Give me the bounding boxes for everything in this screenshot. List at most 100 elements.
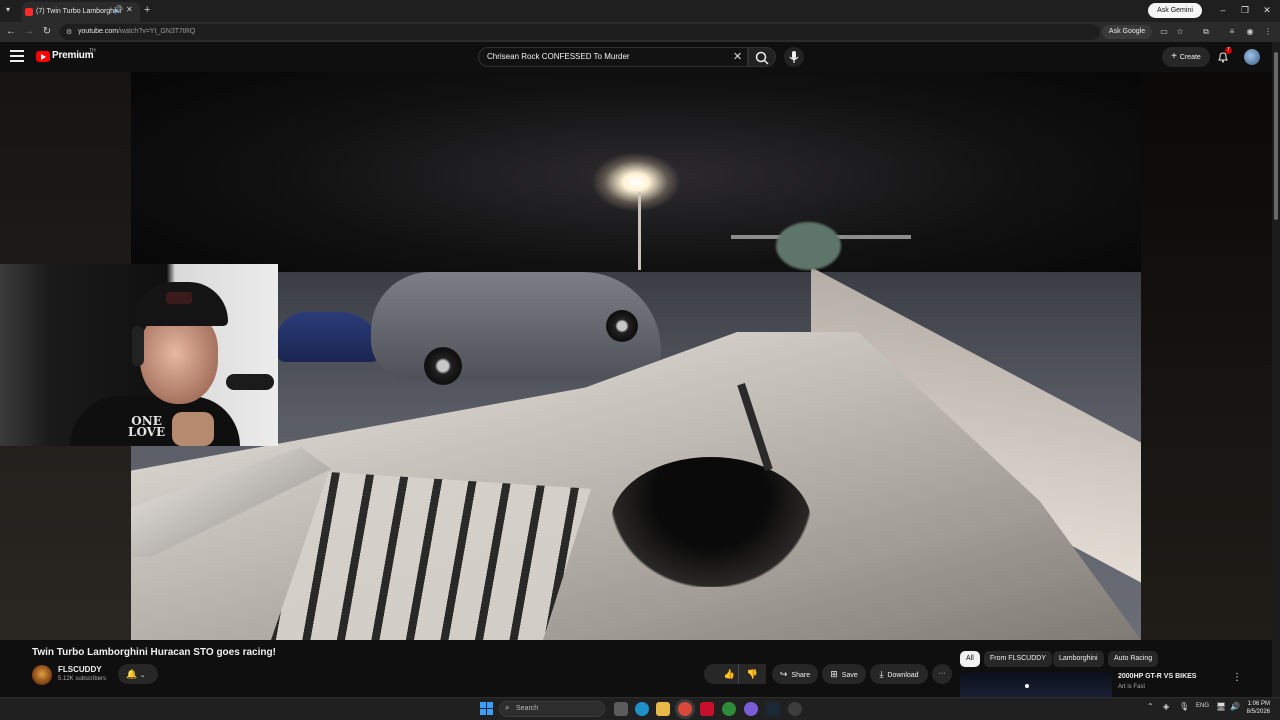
chip-from-channel[interactable]: From FLSCUDDY: [984, 651, 1053, 667]
close-window-icon[interactable]: ✕: [1256, 0, 1278, 22]
tab-title: (7) Twin Turbo Lamborghini: [36, 8, 122, 15]
ambient-right: [1141, 72, 1272, 640]
search-button[interactable]: [748, 47, 776, 67]
voice-search-button[interactable]: [784, 47, 804, 67]
site-info-icon[interactable]: ⚙: [66, 28, 72, 36]
share-button[interactable]: ↪ Share: [772, 664, 818, 684]
youtube-favicon-icon: [25, 8, 33, 16]
taskbar-search[interactable]: ⌕ Search: [499, 701, 605, 717]
guide-menu-icon[interactable]: [10, 50, 24, 64]
download-icon: ⤓: [879, 669, 884, 679]
related-video-channel[interactable]: Art is Fast: [1118, 684, 1145, 690]
ask-gemini-button[interactable]: Ask Gemini: [1148, 3, 1202, 18]
forward-icon[interactable]: →: [20, 22, 38, 42]
bell-icon: 🔔: [126, 669, 138, 679]
xbox-icon[interactable]: [722, 702, 736, 716]
blue-car: [276, 312, 381, 362]
car-wheel: [606, 310, 638, 342]
minimize-icon[interactable]: –: [1212, 0, 1234, 22]
street-lamp-glow: [591, 152, 681, 212]
subscriber-count: 5.12K subscribers: [58, 676, 107, 682]
region-code: TH: [89, 48, 96, 54]
windows-taskbar: ⌕ Search ⌃ ◈ 🎙 ENG 🖥 🔊 1:06 PM 8/5/2026: [0, 697, 1280, 720]
taskbar-search-icon: ⌕: [505, 703, 510, 712]
tray-mic-icon[interactable]: 🎙: [1179, 702, 1189, 711]
search-box[interactable]: ✕: [478, 47, 748, 67]
cast-icon[interactable]: ▭: [1156, 22, 1172, 42]
related-video-thumbnail[interactable]: [960, 672, 1112, 700]
channel-name[interactable]: FLSCUDDY: [58, 665, 102, 674]
ask-google-label: Ask Google: [1108, 28, 1146, 35]
browser-address-bar: ← → ↻ ⚙ youtube.com/watch?v=Yt_GN3T7tRQ …: [0, 22, 1280, 42]
save-button[interactable]: ⊞ Save: [822, 664, 866, 684]
chevron-down-icon: ⌄: [139, 672, 146, 679]
download-button[interactable]: ⤓ Download: [870, 664, 928, 684]
tab-audio-icon[interactable]: 🔊: [113, 0, 123, 20]
thumbnail-light: [1025, 684, 1029, 688]
tray-date: 8/5/2026: [1246, 709, 1270, 715]
shirt-print: ONE LOVE: [128, 414, 166, 439]
create-button[interactable]: + Create: [1162, 47, 1210, 67]
related-more-icon[interactable]: ⋮: [1232, 672, 1242, 683]
scrollbar-thumb[interactable]: [1274, 52, 1278, 220]
tray-app-icon[interactable]: ◈: [1163, 702, 1169, 711]
profile-icon[interactable]: ◉: [1242, 22, 1258, 42]
chrome-icon[interactable]: [678, 702, 692, 716]
roof-scoop: [611, 457, 811, 587]
share-icon: ↪: [779, 669, 788, 679]
chip-lamborghini[interactable]: Lamborghini: [1053, 651, 1104, 667]
related-video-title[interactable]: 2000HP GT-R VS BIKES: [1118, 673, 1196, 680]
create-label: Create: [1179, 54, 1201, 61]
account-avatar[interactable]: [1244, 49, 1260, 65]
obs-icon[interactable]: [788, 702, 802, 716]
windows-start-icon[interactable]: [480, 702, 493, 715]
volume-icon[interactable]: 🔊: [1230, 702, 1240, 711]
browser-menu-icon[interactable]: ⋮: [1260, 22, 1276, 42]
tray-time: 1:06 PM: [1247, 701, 1270, 707]
ask-google-button[interactable]: Ask Google: [1102, 25, 1152, 39]
tab-close-icon[interactable]: ✕: [126, 0, 133, 20]
video-player[interactable]: ONE LOVE: [0, 72, 1272, 640]
channel-avatar[interactable]: [32, 665, 52, 685]
tray-clock[interactable]: 1:06 PM 8/5/2026: [1244, 700, 1270, 716]
blurred-sign: [776, 222, 841, 270]
subscribed-bell-button[interactable]: 🔔 ⌄: [118, 664, 158, 684]
edge-icon[interactable]: [635, 702, 649, 716]
youtube-logo-icon[interactable]: [36, 51, 50, 62]
url-field[interactable]: ⚙ youtube.com/watch?v=Yt_GN3T7tRQ: [60, 24, 1100, 40]
reading-list-icon[interactable]: ≡: [1224, 22, 1240, 42]
extensions-icon[interactable]: ⧉: [1198, 22, 1214, 42]
chip-all[interactable]: All: [960, 651, 980, 667]
ask-gemini-label: Ask Gemini: [1157, 7, 1193, 14]
street-lamp-pole: [638, 192, 641, 270]
new-tab-button[interactable]: +: [144, 0, 150, 20]
steam-icon[interactable]: [766, 702, 780, 716]
task-view-icon[interactable]: [614, 702, 628, 716]
file-explorer-icon[interactable]: [656, 702, 670, 716]
network-icon[interactable]: 🖥: [1216, 702, 1226, 711]
video-frame[interactable]: [131, 72, 1141, 640]
restore-icon[interactable]: ❐: [1234, 0, 1256, 22]
youtube-brand[interactable]: Premium: [52, 50, 94, 61]
plus-icon: +: [1171, 51, 1180, 62]
streamer-webcam: ONE LOVE: [0, 264, 278, 446]
tray-language[interactable]: ENG: [1196, 703, 1209, 709]
browser-tab-strip: ▾ (7) Twin Turbo Lamborghini 🔊 ✕ + Ask G…: [0, 0, 1280, 22]
bookmark-star-icon[interactable]: ☆: [1172, 22, 1188, 42]
reload-icon[interactable]: ↻: [38, 22, 56, 42]
search-input[interactable]: [487, 48, 727, 66]
chat-app-icon[interactable]: [744, 702, 758, 716]
back-icon[interactable]: ←: [2, 22, 20, 42]
url-path: /watch?v=Yt_GN3T7tRQ: [118, 28, 196, 35]
tray-chevron-icon[interactable]: ⌃: [1147, 702, 1154, 711]
shirt-text: ONE LOVE: [128, 414, 166, 439]
save-playlist-icon: ⊞: [830, 669, 838, 679]
dislike-button[interactable]: 👎: [738, 664, 766, 684]
more-actions-button[interactable]: ···: [932, 664, 952, 684]
adobe-icon[interactable]: [700, 702, 714, 716]
tab-search-icon[interactable]: ▾: [6, 0, 10, 20]
clear-search-icon[interactable]: ✕: [733, 48, 742, 66]
chip-auto-racing[interactable]: Auto Racing: [1108, 651, 1159, 667]
search-icon: [755, 51, 769, 65]
streamer-hand: [172, 412, 214, 446]
